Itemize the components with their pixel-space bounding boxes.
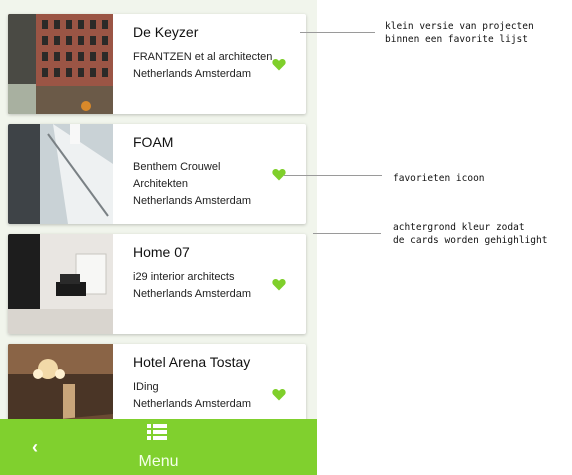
bottom-navigation-bar: ‹ Menu	[0, 419, 317, 475]
project-thumbnail	[8, 234, 113, 334]
project-title: De Keyzer	[133, 24, 199, 40]
project-card[interactable]: FOAM Benthem Crouwel Architekten Netherl…	[8, 124, 306, 224]
project-card[interactable]: Home 07 i29 interior architects Netherla…	[8, 234, 306, 334]
project-location: Netherlands Amsterdam	[133, 398, 251, 410]
annotation-leader-line	[313, 233, 381, 234]
annotation-background: achtergrond kleur zodat de cards worden …	[393, 222, 548, 246]
project-office: Benthem Crouwel	[133, 161, 221, 173]
project-thumbnail	[8, 124, 113, 224]
project-office-line2: Architekten	[133, 178, 189, 190]
favorites-screen: De Keyzer FRANTZEN et al architecten Net…	[0, 0, 317, 475]
project-location: Netherlands Amsterdam	[133, 195, 251, 207]
project-card[interactable]: De Keyzer FRANTZEN et al architecten Net…	[8, 14, 306, 114]
project-office: i29 interior architects	[133, 271, 235, 283]
heart-icon[interactable]	[272, 388, 286, 401]
project-thumbnail	[8, 14, 113, 114]
heart-icon[interactable]	[272, 58, 286, 71]
project-title: Home 07	[133, 244, 190, 260]
project-office: IDing	[133, 381, 159, 393]
project-location: Netherlands Amsterdam	[133, 288, 251, 300]
project-title: Hotel Arena Tostay	[133, 354, 251, 370]
project-title: FOAM	[133, 134, 174, 150]
list-menu-icon[interactable]	[147, 424, 167, 440]
project-location: Netherlands Amsterdam	[133, 68, 251, 80]
project-office: FRANTZEN et al architecten	[133, 51, 273, 63]
heart-icon[interactable]	[272, 278, 286, 291]
menu-button[interactable]: Menu	[0, 453, 317, 471]
annotation-leader-line	[300, 32, 375, 33]
annotation-leader-line	[284, 175, 382, 176]
annotation-cards: klein versie van projecten binnen een fa…	[385, 21, 534, 45]
annotation-icon: favorieten icoon	[393, 173, 485, 184]
